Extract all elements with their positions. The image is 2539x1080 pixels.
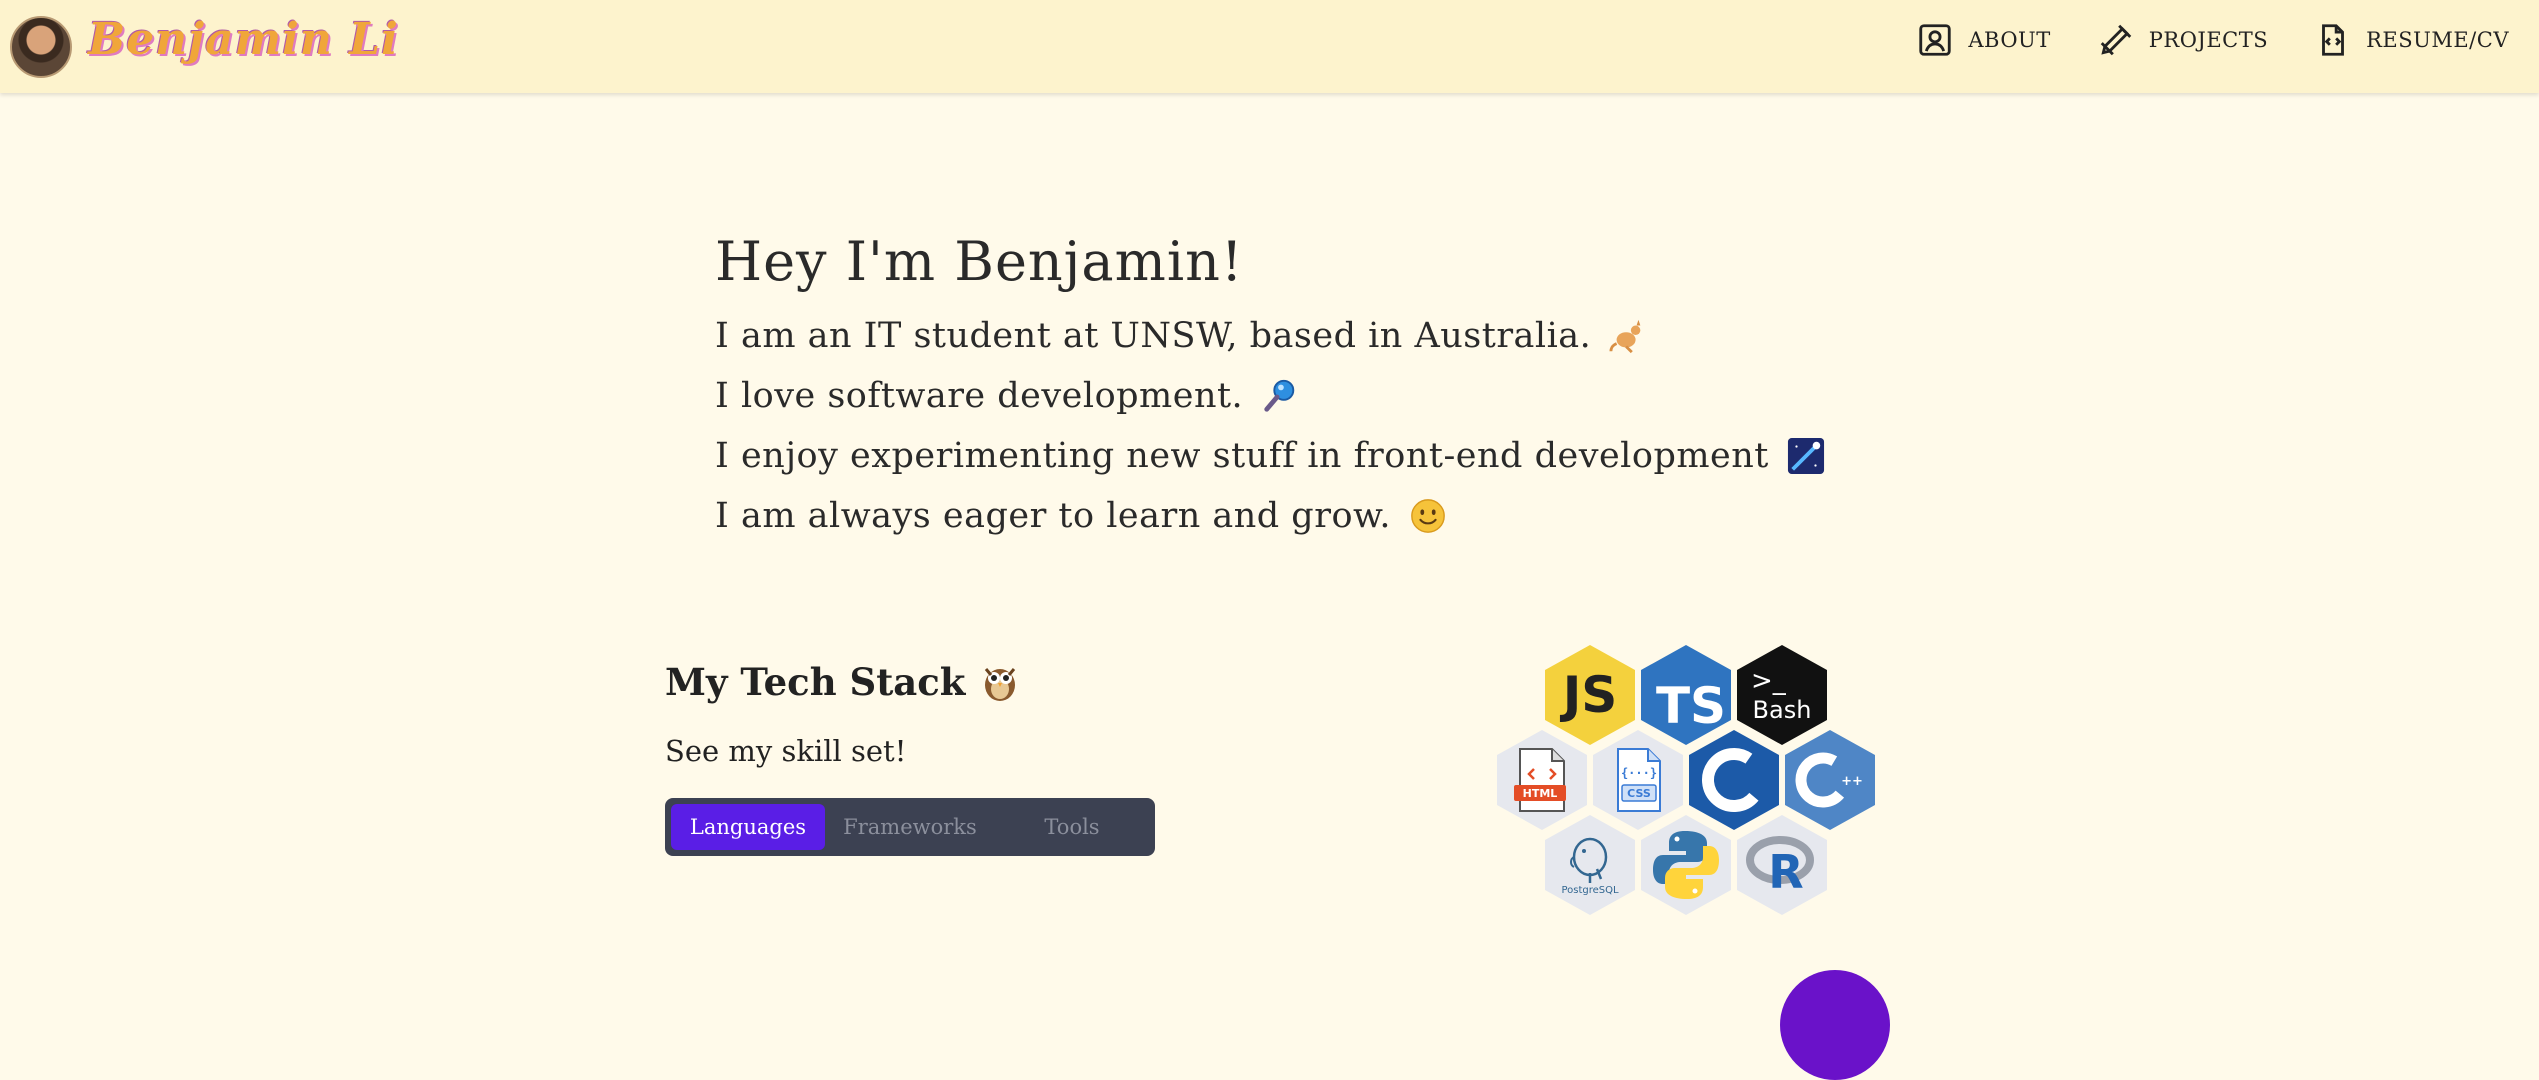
intro-line: I am always eager to learn and grow. xyxy=(715,493,1825,539)
postgresql-icon: PostgreSQL xyxy=(1545,815,1635,915)
nav-projects-link[interactable]: PROJECTS xyxy=(2097,18,2268,62)
html-icon: HTML xyxy=(1497,730,1587,830)
kangaroo-icon xyxy=(1609,319,1641,354)
intro-heading: Hey I'm Benjamin! xyxy=(715,230,1244,293)
svg-text:HTML: HTML xyxy=(1523,787,1558,800)
tab-frameworks[interactable]: Frameworks xyxy=(833,804,987,850)
nav-resume-label: RESUME/CV xyxy=(2366,28,2509,52)
decorative-blob xyxy=(1780,970,1890,1080)
nav-about-label: ABOUT xyxy=(1968,28,2051,52)
cpp-icon: ++ xyxy=(1785,730,1875,830)
tech-stack-tabs: Languages Frameworks Tools xyxy=(665,798,1155,856)
tech-stack-title-row: My Tech Stack xyxy=(665,660,1155,704)
tech-stack-section: My Tech Stack See my skill set! Language… xyxy=(665,660,1155,856)
intro-line: I love software development. xyxy=(715,373,1825,419)
c-icon xyxy=(1689,730,1779,830)
svg-text:++: ++ xyxy=(1841,774,1863,789)
brand-logo[interactable]: Benjamin Li xyxy=(88,14,399,65)
svg-text:CSS: CSS xyxy=(1627,787,1651,800)
top-navbar: Benjamin Li ABOUT PROJECTS RESUME/CV xyxy=(0,0,2539,93)
svg-text:{···}: {···} xyxy=(1621,766,1657,780)
smile-icon xyxy=(1411,499,1445,533)
intro-line-text: I am always eager to learn and grow. xyxy=(715,496,1391,536)
shooting-star-icon xyxy=(1787,437,1824,475)
intro-line: I am an IT student at UNSW, based in Aus… xyxy=(715,313,1825,359)
javascript-icon: JS xyxy=(1545,645,1635,745)
nav-projects-label: PROJECTS xyxy=(2148,28,2269,52)
main-nav: ABOUT PROJECTS RESUME/CV xyxy=(1916,18,2509,62)
file-code-icon xyxy=(2322,24,2345,56)
tab-languages[interactable]: Languages xyxy=(671,804,825,850)
tab-tools[interactable]: Tools xyxy=(995,804,1149,850)
nav-resume-link[interactable]: RESUME/CV xyxy=(2314,18,2509,62)
magnifier-icon xyxy=(1264,379,1295,412)
intro-line-text: I love software development. xyxy=(715,376,1244,416)
tech-stack-subtitle: See my skill set! xyxy=(665,734,907,768)
nav-about-link[interactable]: ABOUT xyxy=(1916,18,2050,62)
intro-line-text: I am an IT student at UNSW, based in Aus… xyxy=(715,316,1592,356)
pencil-ruler-icon xyxy=(2100,24,2132,56)
intro-line: I enjoy experimenting new stuff in front… xyxy=(715,433,1825,479)
avatar[interactable] xyxy=(10,16,72,78)
python-icon xyxy=(1641,815,1731,915)
intro-section: Hey I'm Benjamin! I am an IT student at … xyxy=(715,230,1825,539)
intro-line-text: I enjoy experimenting new stuff in front… xyxy=(715,436,1769,476)
r-icon: R xyxy=(1737,815,1827,915)
css-icon: {···} CSS xyxy=(1593,730,1683,830)
typescript-icon: TS xyxy=(1641,645,1731,745)
bash-icon: >_ Bash xyxy=(1737,645,1827,745)
owl-icon xyxy=(985,668,1016,701)
tech-stack-title: My Tech Stack xyxy=(665,660,966,704)
svg-text:R: R xyxy=(1768,845,1803,899)
user-square-icon xyxy=(1919,24,1952,56)
